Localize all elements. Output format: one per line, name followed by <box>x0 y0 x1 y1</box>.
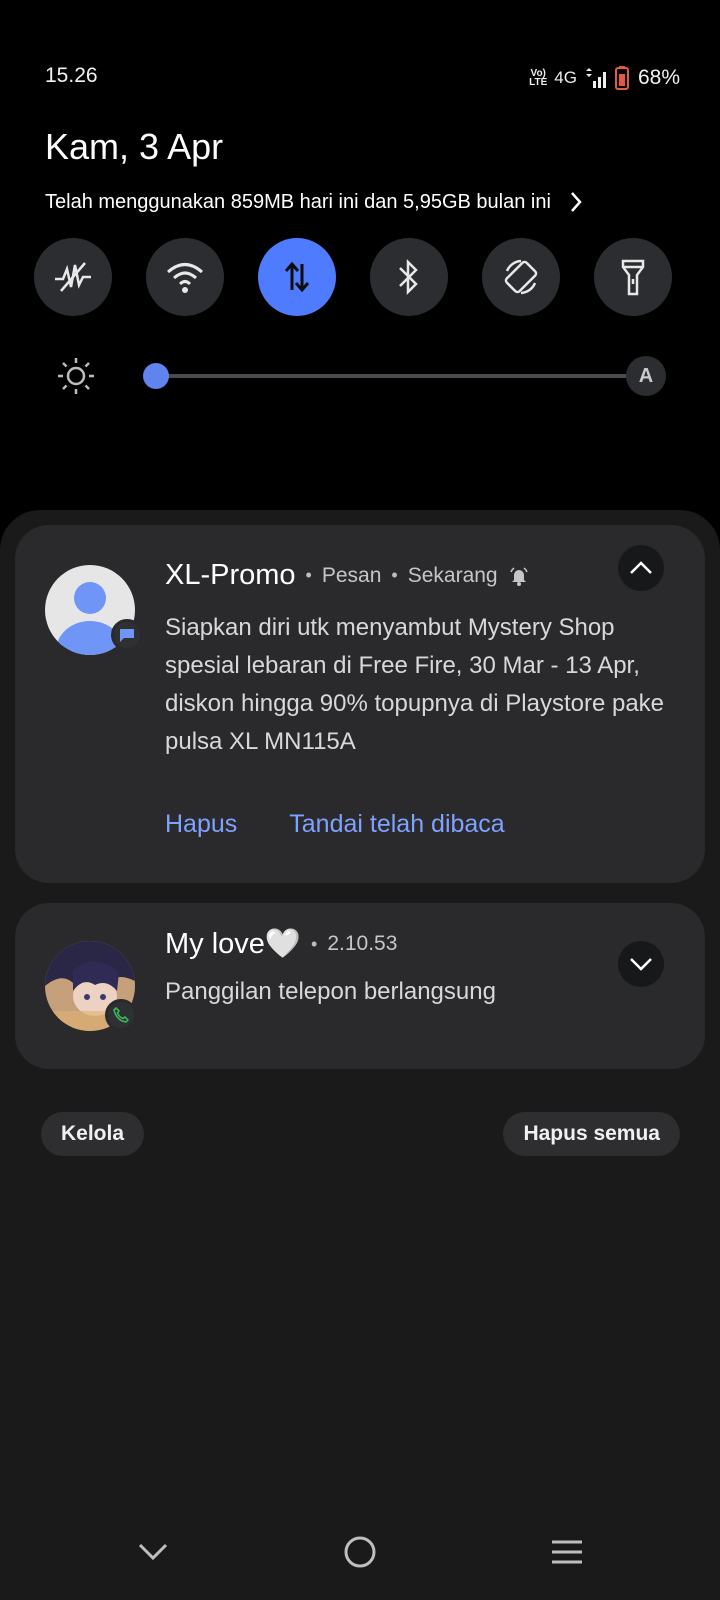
bell-ring-icon <box>509 566 528 586</box>
home-circle-icon <box>344 1536 376 1568</box>
clear-all-button[interactable]: Hapus semua <box>503 1112 680 1156</box>
brightness-slider-track[interactable] <box>146 374 628 378</box>
notification-title: My love🤍 <box>165 928 302 960</box>
brightness-control: A <box>56 352 670 400</box>
nav-home-button[interactable] <box>330 1532 390 1572</box>
chevron-down-icon <box>138 1543 168 1561</box>
chevron-down-icon <box>630 958 652 971</box>
notification-title: XL-Promo <box>165 559 296 591</box>
message-badge-icon <box>111 619 143 651</box>
delete-action-button[interactable]: Hapus <box>165 810 237 839</box>
volte-icon: Vo) LTE <box>529 68 548 88</box>
wifi-icon <box>167 263 203 293</box>
menu-lines-icon <box>552 1540 582 1564</box>
mark-read-action-button[interactable]: Tandai telah dibaca <box>289 810 504 839</box>
signal-bars-icon <box>585 68 606 88</box>
notification-body: Siapkan diri utk menyambut Mystery Shop … <box>165 614 665 755</box>
network-type: 4G <box>554 68 577 87</box>
notification-shade: 15.26 Vo) LTE 4G 68% Kam, 3 Apr Telah men… <box>0 0 720 1600</box>
notification-time: Sekarang <box>407 563 498 587</box>
mobile-data-icon <box>284 261 310 293</box>
flashlight-icon <box>621 259 645 296</box>
toggle-auto-rotate[interactable] <box>482 238 560 316</box>
toggle-flashlight[interactable] <box>594 238 672 316</box>
notification-body: Panggilan telepon berlangsung <box>165 978 496 1005</box>
nav-back-button[interactable] <box>123 1532 183 1572</box>
notification-header: XL-Promo • Pesan • Sekarang <box>165 559 530 592</box>
rotate-icon <box>504 259 538 295</box>
brightness-slider-thumb[interactable] <box>142 363 169 389</box>
manage-button[interactable]: Kelola <box>41 1112 145 1156</box>
toggle-bluetooth[interactable] <box>370 238 448 316</box>
notification-header: My love🤍 • 2.10.53 <box>165 928 398 960</box>
battery-icon <box>614 66 629 90</box>
data-usage-text: Telah menggunakan 859MB hari ini dan 5,9… <box>45 190 551 213</box>
notification-category: Pesan <box>321 563 382 587</box>
notification-card-call[interactable]: My love🤍 • 2.10.53 Panggilan telepon ber… <box>15 903 705 1069</box>
toggle-wifi[interactable] <box>146 238 224 316</box>
auto-brightness-button[interactable]: A <box>626 356 666 396</box>
brightness-sun-icon <box>58 358 94 394</box>
notification-actions: Hapus Tandai telah dibaca <box>165 810 505 839</box>
navigation-bar <box>0 1510 720 1600</box>
call-badge-icon <box>105 999 137 1031</box>
nav-recents-button[interactable] <box>537 1532 597 1572</box>
call-duration: 2.10.53 <box>327 932 398 955</box>
status-bar: 15.26 Vo) LTE 4G 68% <box>0 62 720 94</box>
chevron-right-icon <box>569 191 583 213</box>
battery-percent: 68% <box>637 66 680 89</box>
data-usage-row[interactable]: Telah menggunakan 859MB hari ini dan 5,9… <box>45 187 685 217</box>
collapse-button[interactable] <box>618 545 664 591</box>
hotspot-off-icon <box>55 262 91 292</box>
bluetooth-icon <box>399 258 418 296</box>
status-icons: Vo) LTE 4G 68% <box>529 66 680 90</box>
date-label: Kam, 3 Apr <box>45 126 224 167</box>
quick-settings-toggles <box>34 238 684 318</box>
chevron-up-icon <box>630 561 652 574</box>
toggle-mobile-hotspot[interactable] <box>34 238 112 316</box>
toggle-mobile-data[interactable] <box>258 238 336 316</box>
notification-card-xl-promo[interactable]: XL-Promo • Pesan • Sekarang Siapkan diri… <box>15 525 705 883</box>
clock: 15.26 <box>45 64 98 87</box>
